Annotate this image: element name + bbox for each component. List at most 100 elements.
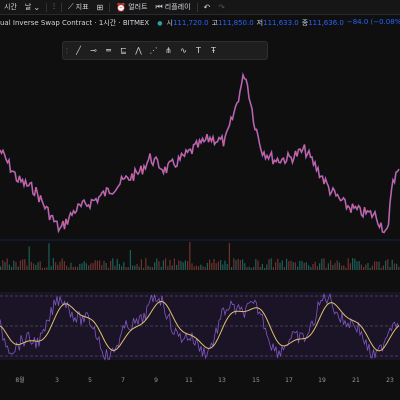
volume-bar xyxy=(154,262,156,270)
low-value: 111,633.0 xyxy=(263,19,299,27)
volume-bar xyxy=(360,264,362,270)
volume-bar xyxy=(323,258,325,270)
volume-bar xyxy=(233,258,235,270)
volume-bar xyxy=(242,259,244,270)
time-axis-label: 11 xyxy=(185,377,193,384)
time-axis-label: 9 xyxy=(154,377,158,384)
volume-bar xyxy=(316,266,318,270)
volume-bar xyxy=(13,260,15,270)
volume-bar xyxy=(127,267,129,270)
volume-bar xyxy=(147,265,149,270)
drawing-toolbar: ⋮ ╱ ⊸ ═ ⊑ ⋀ ⋰ ⋔ ∿ T Ŧ xyxy=(62,41,268,60)
volume-bar xyxy=(380,267,382,270)
pattern-tool-icon[interactable]: ⋀ xyxy=(131,43,146,58)
volume-bar xyxy=(88,265,90,270)
volume-bar xyxy=(15,261,17,270)
volume-bar xyxy=(193,266,195,270)
volume-bar xyxy=(11,266,13,270)
volume-bar xyxy=(259,266,261,270)
volume-bar xyxy=(178,260,180,270)
volume-bar xyxy=(290,260,292,270)
volume-bar xyxy=(132,265,134,270)
volume-bar xyxy=(50,266,52,270)
volume-bar xyxy=(55,262,57,270)
templates-button[interactable]: ⊞ xyxy=(93,0,108,14)
horizontal-line-icon[interactable]: ═ xyxy=(101,43,116,58)
close-value: 111,636.0 xyxy=(308,19,344,27)
volume-bar xyxy=(367,262,369,270)
volume-bar xyxy=(35,264,37,270)
volume-bar xyxy=(61,258,63,270)
volume-bar xyxy=(319,263,321,270)
volume-bar xyxy=(228,242,230,270)
volume-bar xyxy=(299,260,301,270)
volume-bar xyxy=(94,260,96,270)
volume-bar xyxy=(66,265,68,270)
volume-bar xyxy=(41,268,43,270)
volume-bar xyxy=(294,262,296,270)
volume-bar xyxy=(145,258,147,270)
chart-canvas[interactable]: 8월 3 5 7 9 11 13 15 17 19 21 23 xyxy=(0,30,400,400)
chart-type-button[interactable]: ⫶ xyxy=(49,0,59,14)
interval-button[interactable]: 시간 xyxy=(0,0,21,14)
volume-bar xyxy=(79,263,81,270)
volume-bar xyxy=(149,266,151,270)
volume-bar xyxy=(235,260,237,270)
volume-bar xyxy=(180,261,182,270)
redo-button[interactable]: ↷ xyxy=(214,0,229,14)
time-axis-label: 5 xyxy=(88,377,92,384)
undo-button[interactable]: ↶ xyxy=(200,0,215,14)
volume-bar xyxy=(70,262,72,270)
volume-bar xyxy=(17,266,19,270)
volume-bar xyxy=(85,263,87,270)
horizontal-ray-icon[interactable]: ⊸ xyxy=(86,43,101,58)
fib-tool-icon[interactable]: ⊑ xyxy=(116,43,131,58)
volume-bar xyxy=(391,259,393,270)
volume-bar xyxy=(389,267,391,270)
timezone-label: 날 xyxy=(24,3,32,11)
projection-tool-icon[interactable]: ⋰ xyxy=(146,43,161,58)
volume-bar xyxy=(6,258,8,270)
volume-bar xyxy=(158,261,160,270)
volume-bar xyxy=(341,265,343,270)
volume-bar xyxy=(123,262,125,270)
volume-bar xyxy=(165,258,167,270)
time-axis-label: 7 xyxy=(121,377,125,384)
volume-bar xyxy=(246,267,248,270)
volume-bar xyxy=(343,265,345,270)
volume-bar xyxy=(83,261,85,270)
divider xyxy=(46,2,48,12)
volume-bar xyxy=(198,266,200,270)
symbol-title[interactable]: ual Inverse Swap Contract · 1시간 · BITMEX xyxy=(0,18,149,28)
volume-bar xyxy=(143,267,145,270)
volume-bar xyxy=(136,264,138,270)
interval-label: 시간 xyxy=(4,3,17,11)
ohlc-values: 시111,720.0 고111,850.0 저111,633.0 종111,63… xyxy=(166,18,400,28)
replay-label: 리플레이 xyxy=(164,3,191,11)
volume-bar xyxy=(334,263,336,270)
volume-bar xyxy=(171,265,173,270)
anchored-text-tool-icon[interactable]: Ŧ xyxy=(206,43,221,58)
indicators-button[interactable]: ⟋ 지표 xyxy=(64,0,93,14)
drag-handle-icon[interactable]: ⋮ xyxy=(63,47,71,55)
trend-line-icon[interactable]: ╱ xyxy=(71,43,86,58)
volume-bar xyxy=(114,265,116,270)
volume-bar xyxy=(99,260,101,270)
alarm-icon: ⏰ xyxy=(116,2,127,12)
timezone-button[interactable]: 날 ⌄ xyxy=(21,0,44,14)
volume-bar xyxy=(176,264,178,270)
text-tool-icon[interactable]: T xyxy=(191,43,206,58)
replay-button[interactable]: ⏮ 리플레이 xyxy=(152,0,195,14)
volume-bar xyxy=(396,263,398,270)
fork-tool-icon[interactable]: ⋔ xyxy=(161,43,176,58)
alert-button[interactable]: ⏰ 얼러트 xyxy=(112,0,151,14)
volume-bar xyxy=(217,261,219,270)
volume-bar xyxy=(121,266,123,270)
volume-bar xyxy=(272,267,274,270)
volume-bar xyxy=(268,259,270,270)
volume-bar xyxy=(182,262,184,270)
grid-icon: ⊞ xyxy=(96,2,104,12)
chevron-down-icon: ⌄ xyxy=(33,2,41,12)
volume-bar xyxy=(167,266,169,270)
brush-tool-icon[interactable]: ∿ xyxy=(176,43,191,58)
